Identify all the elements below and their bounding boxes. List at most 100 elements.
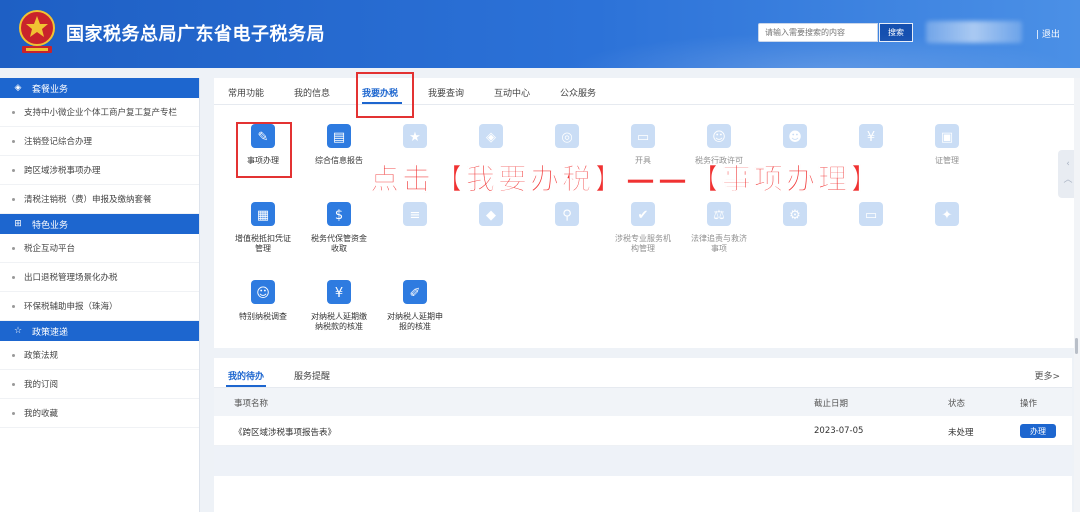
- service-tile[interactable]: ▤ 综合信息报告: [308, 122, 370, 166]
- service-tile[interactable]: ¥ 对纳税人延期缴纳税款的核准: [308, 278, 370, 332]
- service-tile[interactable]: ⚙: [764, 200, 826, 234]
- column-header: 事项名称: [234, 399, 269, 409]
- search-input[interactable]: [759, 24, 877, 41]
- svg-text:★: ★: [409, 130, 421, 145]
- ticket-icon: ▭: [859, 202, 883, 226]
- sidebar-item[interactable]: 清税注销税（费）申报及缴纳套餐: [0, 185, 199, 214]
- bullet-icon: [12, 275, 15, 279]
- person-card-icon: ☺: [251, 280, 275, 304]
- sidebar-item-label: 出口退税管理场景化办税: [24, 273, 118, 283]
- service-tile[interactable]: ≡: [384, 200, 446, 234]
- sidebar-item-label: 环保税辅助申报（珠海）: [24, 302, 118, 312]
- svg-text:⚙: ⚙: [789, 208, 801, 223]
- svg-text:◎: ◎: [561, 130, 572, 145]
- service-tile[interactable]: ⚖ 法律追责与救济事项: [688, 200, 750, 254]
- scrollbar-track[interactable]: [1074, 78, 1080, 512]
- bullet-icon: [12, 139, 15, 143]
- svg-text:☺: ☺: [256, 286, 270, 301]
- svg-text:⚖: ⚖: [713, 208, 725, 223]
- sidebar-item-label: 我的收藏: [24, 409, 59, 419]
- star-icon: ☆: [13, 326, 23, 336]
- highlight-box-tab: [356, 72, 414, 118]
- search-box[interactable]: [758, 23, 878, 42]
- certificate-icon: ▣: [935, 124, 959, 148]
- tab-public-service[interactable]: 公众服务: [560, 86, 596, 99]
- tax-emblem-icon: [19, 10, 55, 53]
- more-link[interactable]: 更多>: [1034, 369, 1060, 382]
- svg-text:✦: ✦: [942, 208, 953, 223]
- svg-text:✔: ✔: [638, 208, 649, 223]
- logout-link[interactable]: | 退出: [1036, 27, 1060, 40]
- site-header: 国家税务总局广东省电子税务局 搜索 | 退出: [0, 0, 1080, 68]
- search-button[interactable]: 搜索: [879, 23, 913, 42]
- sidebar-item[interactable]: 我的订阅: [0, 370, 199, 399]
- bullet-icon: [12, 304, 15, 308]
- document-star-icon: ★: [403, 124, 427, 148]
- sidebar-item[interactable]: 支持中小微企业个体工商户复工复产专栏: [0, 98, 199, 127]
- doc-gear-icon: ⚙: [783, 202, 807, 226]
- form-icon: ≡: [403, 202, 427, 226]
- tab-my-info[interactable]: 我的信息: [294, 86, 330, 99]
- refund-icon: ¥: [859, 124, 883, 148]
- service-tile[interactable]: ✔ 涉税专业服务机构管理: [612, 200, 674, 254]
- item-name[interactable]: 《跨区域涉税事项报告表》: [234, 426, 336, 438]
- user-info-blurred: [926, 21, 1022, 43]
- tab-query[interactable]: 我要查询: [428, 86, 464, 99]
- column-header: 状态: [948, 399, 966, 409]
- sidebar-item[interactable]: 政策法规: [0, 341, 199, 370]
- clipboard-icon: ▤: [327, 124, 351, 148]
- sidebar-item[interactable]: 出口退税管理场景化办税: [0, 263, 199, 292]
- handle-button[interactable]: 办理: [1020, 424, 1056, 438]
- tab-interaction[interactable]: 互动中心: [494, 86, 530, 99]
- tab-my-todo[interactable]: 我的待办: [228, 369, 264, 382]
- scrollbar-thumb[interactable]: [1075, 338, 1078, 354]
- sidebar-item[interactable]: 跨区域涉税事项办理: [0, 156, 199, 185]
- service-tile[interactable]: ▦ 增值税抵扣凭证管理: [232, 200, 294, 254]
- sidebar-item-label: 我的订阅: [24, 380, 59, 390]
- svg-text:☻: ☻: [788, 130, 802, 145]
- svg-text:◈: ◈: [486, 130, 496, 145]
- sidebar-item-label: 跨区域涉税事项办理: [24, 166, 101, 176]
- sidebar-section-policy[interactable]: ☆ 政策速递: [0, 321, 199, 341]
- tile-label: 增值税抵扣凭证管理: [235, 234, 291, 253]
- svg-text:⚲: ⚲: [562, 208, 572, 223]
- edit-card-icon: ✐: [403, 280, 427, 304]
- sidebar-item-label: 支持中小微企业个体工商户复工复产专栏: [24, 108, 178, 118]
- service-tile[interactable]: ⚲: [536, 200, 598, 234]
- bullet-icon: [12, 246, 15, 250]
- sidebar-section-package[interactable]: ◈ 套餐业务: [0, 78, 199, 98]
- service-tile[interactable]: ☺ 特别纳税调查: [232, 278, 294, 322]
- sidebar-section-special[interactable]: ⊞ 特色业务: [0, 214, 199, 234]
- service-tile[interactable]: $ 税务代保管资金收取: [308, 200, 370, 254]
- service-tile[interactable]: ¥: [840, 122, 902, 156]
- tab-common[interactable]: 常用功能: [228, 86, 264, 99]
- bullet-icon: [12, 353, 15, 357]
- sidebar-item-label: 政策法规: [24, 351, 59, 361]
- table-header: 事项名称 截止日期 状态 操作: [214, 388, 1072, 416]
- service-tile[interactable]: ◎: [536, 122, 598, 156]
- service-tile[interactable]: ✐ 对纳税人延期申报的核准: [384, 278, 446, 332]
- sidebar-section-title: 特色业务: [32, 220, 69, 231]
- svg-text:▭: ▭: [637, 130, 649, 145]
- service-tile[interactable]: ✦: [916, 200, 978, 234]
- service-tile[interactable]: ★: [384, 122, 446, 156]
- sidebar-item[interactable]: 注销登记综合办理: [0, 127, 199, 156]
- money-bag-icon: $: [327, 202, 351, 226]
- sidebar-item[interactable]: 税企互动平台: [0, 234, 199, 263]
- bullet-icon: [12, 382, 15, 386]
- service-tile[interactable]: ▣ 证管理: [916, 122, 978, 166]
- instruction-overlay: 点击【我要办税】——【事项办理】: [370, 162, 883, 197]
- tab-service-reminder[interactable]: 服务提醒: [294, 369, 330, 382]
- sidebar-item[interactable]: 环保税辅助申报（珠海）: [0, 292, 199, 321]
- service-tile[interactable]: ◈: [460, 122, 522, 156]
- todo-tabs: 我的待办 服务提醒 更多>: [214, 358, 1072, 388]
- svg-text:▭: ▭: [865, 208, 877, 223]
- service-tile[interactable]: ◆: [460, 200, 522, 234]
- deadline: 2023-07-05: [814, 426, 864, 436]
- service-tile[interactable]: ▭: [840, 200, 902, 234]
- sidebar-item[interactable]: 我的收藏: [0, 399, 199, 428]
- bullet-icon: [12, 197, 15, 201]
- cube-icon: ◈: [479, 124, 503, 148]
- svg-text:◆: ◆: [486, 208, 496, 223]
- service-tile[interactable]: ☻: [764, 122, 826, 156]
